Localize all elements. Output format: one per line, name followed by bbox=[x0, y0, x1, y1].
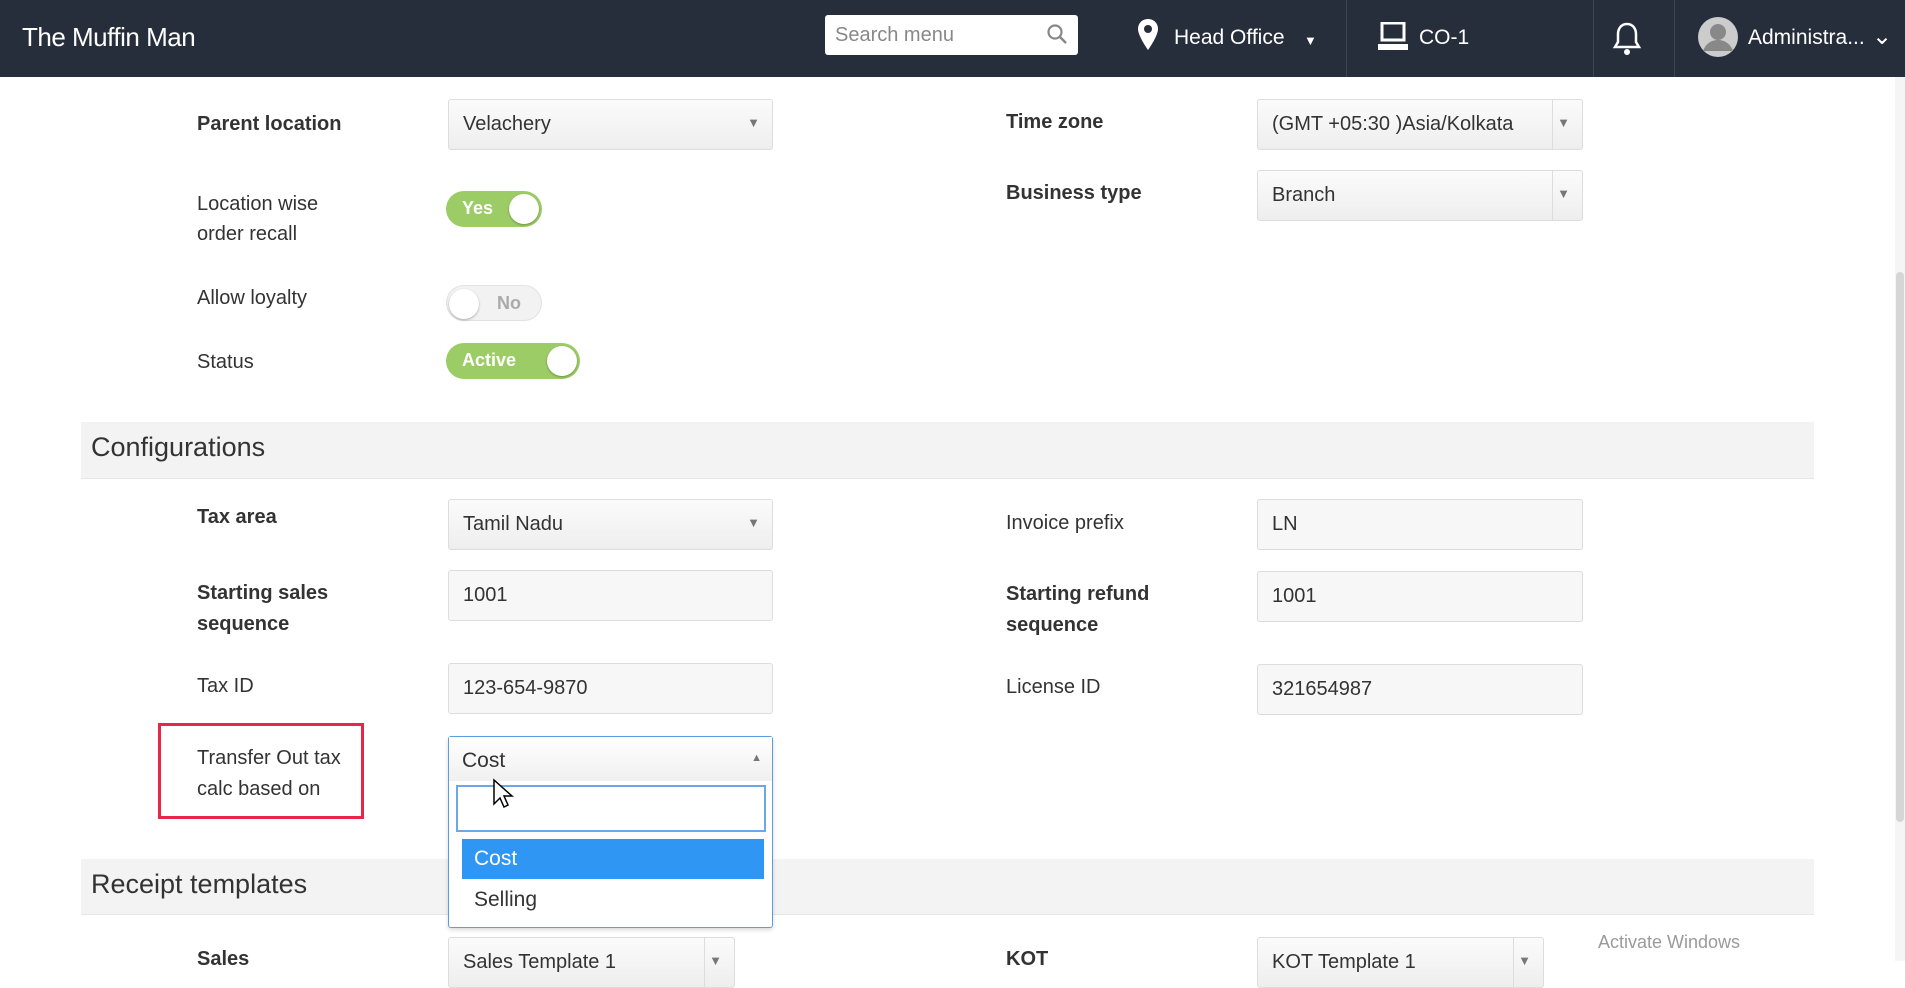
location-wise-label-2: order recall bbox=[197, 223, 298, 245]
sales-template-label: Sales bbox=[197, 948, 250, 970]
caret-down-icon: ▼ bbox=[1557, 186, 1570, 201]
starting-sales-label-1: Starting sales bbox=[197, 582, 329, 604]
tax-area-value: Tamil Nadu bbox=[463, 513, 564, 535]
option-cost[interactable]: Cost bbox=[462, 839, 764, 879]
allow-loyalty-toggle[interactable]: No bbox=[446, 285, 542, 321]
starting-sales-label-2: sequence bbox=[197, 613, 290, 635]
option-selling[interactable]: Selling bbox=[462, 880, 764, 920]
kot-template-label: KOT bbox=[1006, 948, 1049, 970]
tax-id-input[interactable]: 123-654-9870 bbox=[448, 663, 773, 714]
sales-template-select[interactable]: Sales Template 1 ▼ bbox=[448, 937, 735, 988]
parent-location-select[interactable]: Velachery ▼ bbox=[448, 99, 773, 150]
invoice-prefix-input[interactable]: LN bbox=[1257, 499, 1583, 550]
caret-down-icon: ▼ bbox=[747, 115, 760, 130]
chevron-down-icon[interactable]: ⌄ bbox=[1872, 22, 1892, 51]
location-wise-label-1: Location wise bbox=[197, 193, 319, 215]
kot-template-select[interactable]: KOT Template 1 ▼ bbox=[1257, 937, 1544, 988]
search-placeholder: Search menu bbox=[835, 24, 954, 46]
caret-down-icon: ▼ bbox=[1557, 115, 1570, 130]
divider bbox=[1674, 0, 1675, 77]
business-type-value: Branch bbox=[1272, 184, 1336, 206]
time-zone-select[interactable]: (GMT +05:30 )Asia/Kolkata ▼ bbox=[1257, 99, 1583, 150]
caret-up-icon: ▲ bbox=[751, 752, 762, 764]
toggle-text: No bbox=[497, 293, 521, 313]
sales-template-value: Sales Template 1 bbox=[463, 951, 617, 973]
transfer-out-label-2: calc based on bbox=[197, 778, 321, 800]
starting-refund-label-2: sequence bbox=[1006, 614, 1099, 636]
mouse-cursor-icon bbox=[492, 778, 514, 815]
configurations-header: Configurations bbox=[81, 422, 1814, 479]
search-menu-input[interactable]: Search menu bbox=[825, 15, 1078, 55]
map-pin-icon bbox=[1136, 19, 1160, 56]
time-zone-label: Time zone bbox=[1006, 111, 1104, 133]
divider bbox=[1346, 0, 1347, 77]
transfer-out-select[interactable]: Cost ▲ Cost Selling bbox=[448, 736, 773, 928]
license-id-label: License ID bbox=[1006, 676, 1101, 698]
parent-location-value: Velachery bbox=[463, 113, 551, 135]
toggle-text: Yes bbox=[462, 198, 494, 218]
transfer-out-label-1: Transfer Out tax bbox=[197, 747, 341, 769]
kot-template-value: KOT Template 1 bbox=[1272, 951, 1416, 973]
scrollbar-thumb[interactable] bbox=[1896, 272, 1904, 822]
transfer-out-value: Cost bbox=[462, 749, 506, 772]
status-toggle[interactable]: Active bbox=[446, 343, 580, 379]
location-wise-recall-toggle[interactable]: Yes bbox=[446, 191, 542, 227]
computer-icon bbox=[1377, 21, 1409, 57]
tax-id-label: Tax ID bbox=[197, 675, 254, 697]
caret-down-icon[interactable]: ▼ bbox=[1304, 33, 1317, 48]
toggle-text: Active bbox=[462, 350, 517, 370]
receipt-templates-header: Receipt templates bbox=[81, 859, 1814, 915]
status-label: Status bbox=[197, 351, 254, 373]
scrollbar[interactable] bbox=[1895, 77, 1905, 961]
tax-area-select[interactable]: Tamil Nadu ▼ bbox=[448, 499, 773, 550]
starting-sales-input[interactable]: 1001 bbox=[448, 570, 773, 621]
register-name[interactable]: CO-1 bbox=[1419, 26, 1469, 50]
search-icon bbox=[1046, 23, 1068, 51]
user-name[interactable]: Administra... bbox=[1748, 26, 1865, 50]
location-name[interactable]: Head Office bbox=[1174, 26, 1285, 50]
parent-location-label: Parent location bbox=[197, 113, 342, 135]
bell-icon[interactable] bbox=[1612, 21, 1642, 62]
invoice-prefix-label: Invoice prefix bbox=[1006, 512, 1124, 534]
avatar-icon[interactable] bbox=[1697, 16, 1739, 63]
allow-loyalty-label: Allow loyalty bbox=[197, 287, 308, 309]
starting-refund-input[interactable]: 1001 bbox=[1257, 571, 1583, 622]
license-id-input[interactable]: 321654987 bbox=[1257, 664, 1583, 715]
caret-down-icon: ▼ bbox=[747, 515, 760, 530]
location-selector[interactable] bbox=[1136, 18, 1160, 57]
activate-windows-watermark: Activate Windows bbox=[1598, 932, 1741, 952]
business-type-label: Business type bbox=[1006, 182, 1142, 204]
tax-area-label: Tax area bbox=[197, 506, 277, 528]
app-brand: The Muffin Man bbox=[22, 22, 196, 52]
time-zone-value: (GMT +05:30 )Asia/Kolkata bbox=[1272, 113, 1514, 135]
business-type-select[interactable]: Branch ▼ bbox=[1257, 170, 1583, 221]
starting-refund-label-1: Starting refund bbox=[1006, 583, 1150, 605]
top-navbar: The Muffin Man Search menu Head Office ▼… bbox=[0, 0, 1905, 77]
divider bbox=[1593, 0, 1594, 77]
